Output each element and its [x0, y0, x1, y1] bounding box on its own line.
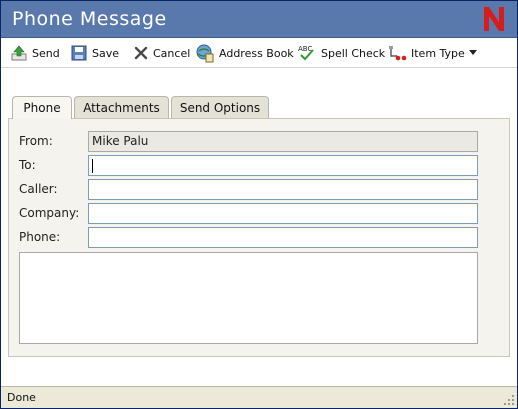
item-type-icon: [389, 46, 407, 61]
toolbar: Send Save Cancel Address Book ABC Spell …: [1, 38, 517, 68]
caller-field[interactable]: [88, 179, 478, 200]
spell-check-label: Spell Check: [321, 46, 386, 60]
novell-logo-icon: [484, 7, 504, 31]
send-icon: [11, 45, 27, 61]
text-cursor: [92, 159, 93, 173]
cancel-icon: [134, 46, 148, 60]
tab-attachments-label: Attachments: [83, 100, 160, 115]
cancel-button[interactable]: Cancel: [133, 42, 190, 64]
address-book-button[interactable]: Address Book: [195, 42, 294, 64]
address-book-label: Address Book: [219, 46, 294, 60]
message-body-textarea[interactable]: [19, 252, 478, 344]
title-bar: Phone Message: [1, 1, 517, 38]
spell-check-icon: ABC: [298, 45, 314, 61]
from-field: Mike Palu: [88, 131, 478, 152]
caller-label: Caller:: [19, 182, 58, 196]
item-type-button[interactable]: Item Type: [387, 42, 477, 64]
to-label: To:: [19, 158, 36, 172]
chevron-down-icon: [468, 50, 477, 55]
address-book-icon: [196, 44, 214, 63]
tab-phone[interactable]: Phone: [12, 96, 72, 119]
phone-field[interactable]: [88, 227, 478, 248]
resize-grip-icon[interactable]: [503, 394, 515, 406]
phone-message-window: Phone Message Send Save Cancel Address B…: [0, 0, 518, 409]
tab-phone-label: Phone: [23, 101, 61, 115]
save-icon: [71, 45, 87, 61]
message-content: Phone Attachments Send Options From: Mik…: [1, 69, 517, 386]
status-text: Done: [7, 391, 36, 404]
spell-check-button[interactable]: ABC Spell Check: [297, 42, 385, 64]
save-label: Save: [92, 46, 120, 60]
save-button[interactable]: Save: [70, 42, 119, 64]
tab-send-options-label: Send Options: [179, 100, 261, 115]
tab-send-options[interactable]: Send Options: [171, 96, 269, 118]
from-label: From:: [19, 134, 53, 148]
tab-attachments[interactable]: Attachments: [74, 96, 169, 118]
to-field[interactable]: [88, 155, 478, 176]
cancel-label: Cancel: [153, 46, 191, 60]
send-button[interactable]: Send: [10, 42, 60, 64]
company-field[interactable]: [88, 203, 478, 224]
item-type-label: Item Type: [411, 46, 465, 60]
window-title: Phone Message: [12, 8, 167, 30]
phone-tab-panel: From: Mike Palu To: Caller: Company: Pho…: [8, 118, 510, 357]
send-label: Send: [32, 46, 60, 60]
company-label: Company:: [19, 206, 80, 220]
phone-label: Phone:: [19, 230, 61, 244]
status-bar: Done: [1, 386, 517, 408]
